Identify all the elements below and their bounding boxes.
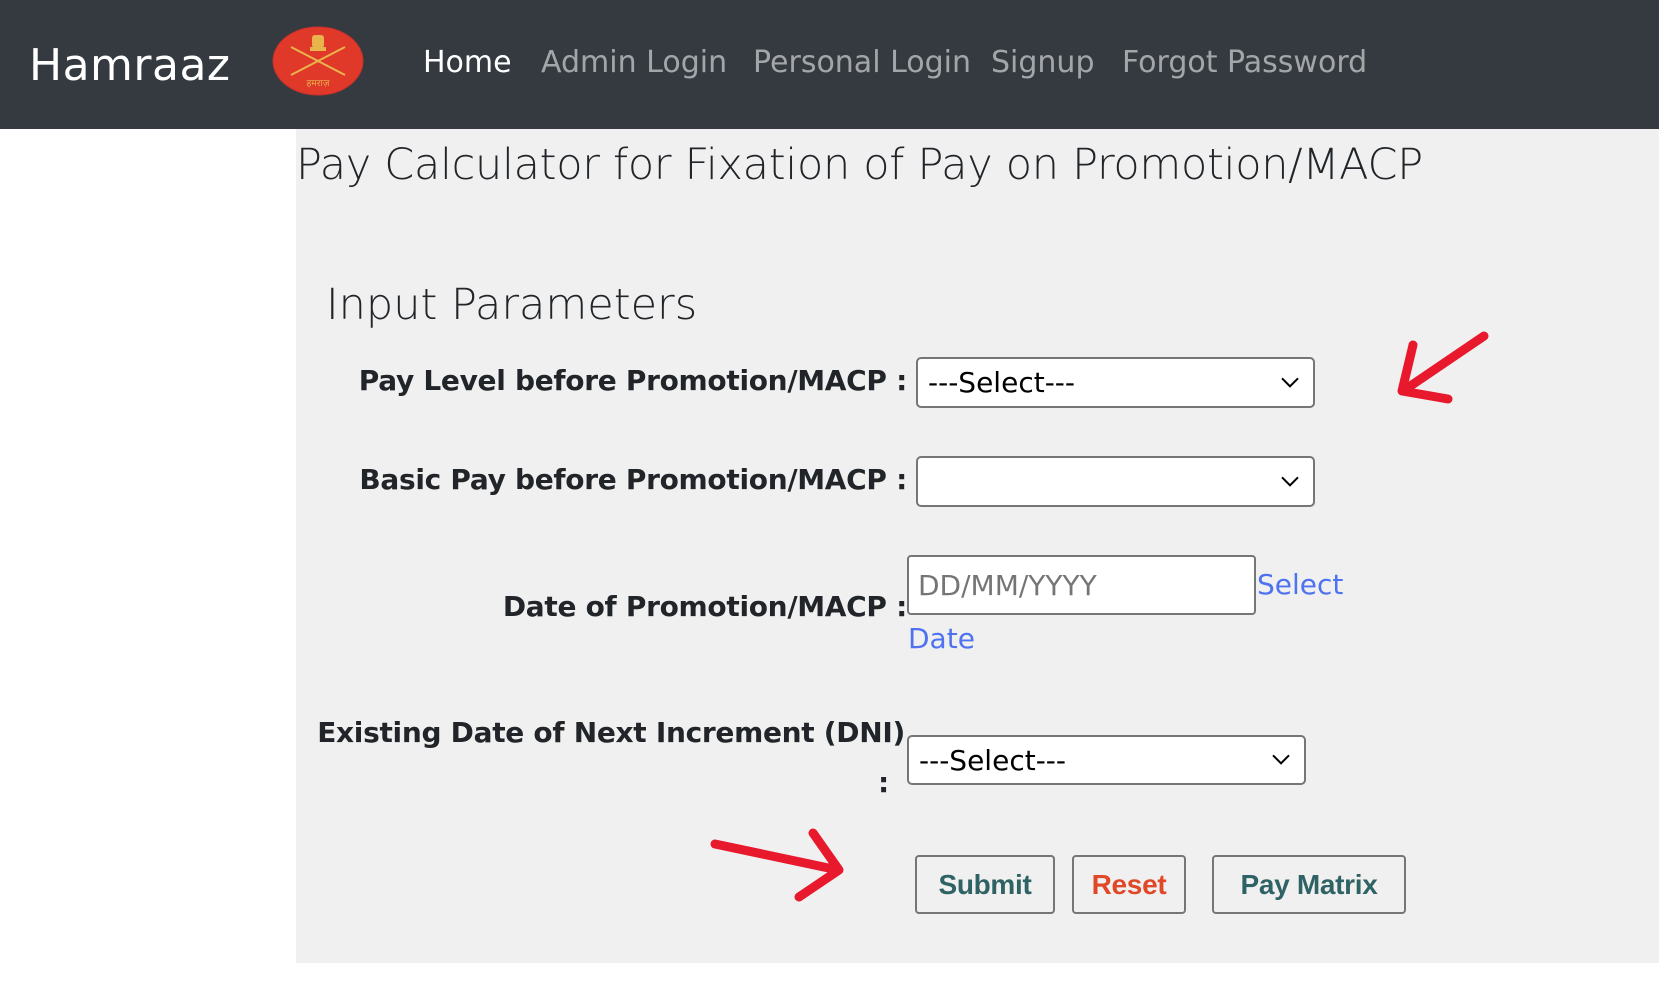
nav-home[interactable]: Home xyxy=(423,45,512,80)
select-date-link[interactable]: Select xyxy=(1257,568,1343,601)
basic-pay-label: Basic Pay before Promotion/MACP : xyxy=(359,463,907,496)
army-emblem-logo[interactable]: हमराज़ xyxy=(271,25,365,97)
section-title: Input Parameters xyxy=(326,280,698,330)
basic-pay-select[interactable] xyxy=(916,456,1315,507)
navbar: Hamraaz हमराज़ Home Admin Login Personal… xyxy=(0,0,1659,129)
pay-level-value: ---Select--- xyxy=(928,366,1075,399)
select-date-link-continued[interactable]: Date xyxy=(908,622,975,655)
promotion-date-label: Date of Promotion/MACP : xyxy=(502,590,907,623)
pay-level-label: Pay Level before Promotion/MACP : xyxy=(358,364,908,397)
page-title: Pay Calculator for Fixation of Pay on Pr… xyxy=(296,140,1423,190)
chevron-down-icon xyxy=(1281,377,1299,388)
dni-value: ---Select--- xyxy=(919,743,1066,777)
nav-signup[interactable]: Signup xyxy=(991,45,1095,80)
reset-button[interactable]: Reset xyxy=(1072,855,1186,914)
nav-admin-login[interactable]: Admin Login xyxy=(541,45,727,80)
brand-link[interactable]: Hamraaz xyxy=(29,40,231,91)
logo-text: हमराज़ xyxy=(307,79,330,89)
pay-level-select[interactable]: ---Select--- xyxy=(916,357,1315,408)
promotion-date-input[interactable]: DD/MM/YYYY xyxy=(907,555,1256,615)
nav-forgot-password[interactable]: Forgot Password xyxy=(1122,45,1367,80)
dni-label-colon: : xyxy=(878,766,889,799)
emblem-icon: हमराज़ xyxy=(272,26,364,96)
pay-matrix-button[interactable]: Pay Matrix xyxy=(1212,855,1406,914)
calculator-panel xyxy=(296,129,1659,963)
submit-button[interactable]: Submit xyxy=(915,855,1055,914)
chevron-down-icon xyxy=(1281,476,1299,487)
nav-personal-login[interactable]: Personal Login xyxy=(753,45,971,80)
dni-select[interactable]: ---Select--- xyxy=(907,735,1306,785)
chevron-down-icon xyxy=(1272,754,1290,765)
promotion-date-placeholder: DD/MM/YYYY xyxy=(918,568,1097,602)
dni-label: Existing Date of Next Increment (DNI) xyxy=(317,716,905,749)
